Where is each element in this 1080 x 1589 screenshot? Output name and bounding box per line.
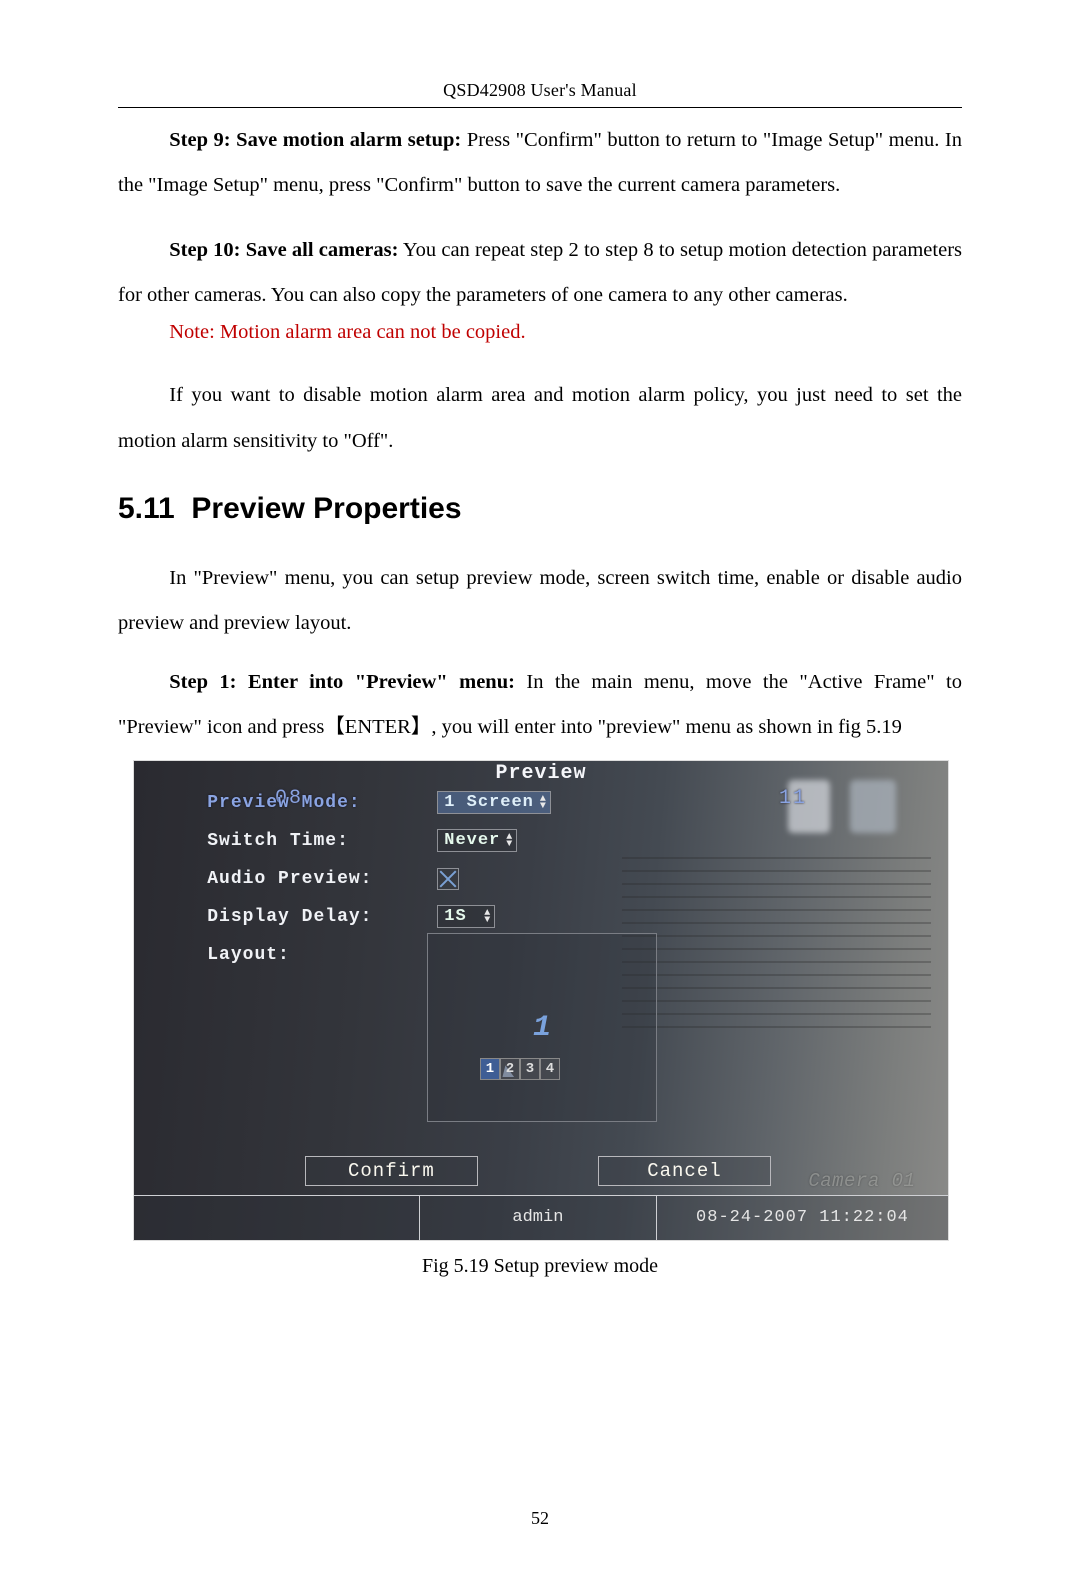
- spinner-icon: ▲▼: [540, 796, 547, 810]
- paragraph-step10: Step 10: Save all cameras: You can repea…: [118, 228, 962, 318]
- paragraph-intro: In "Preview" menu, you can setup preview…: [118, 556, 962, 646]
- blur-artifact: [788, 780, 830, 833]
- spinner-icon: ▲▼: [506, 834, 513, 848]
- preview-menu-screenshot: Preview 08 11 Preview Mode: 1 Screen ▲▼: [133, 760, 949, 1241]
- palette-1[interactable]: 1: [480, 1058, 500, 1080]
- label-layout: Layout:: [207, 945, 427, 965]
- paragraph-step9: Step 9: Save motion alarm setup: Press "…: [118, 118, 962, 208]
- figure-caption: Fig 5.19 Setup preview mode: [133, 1255, 947, 1278]
- label-switch-time: Switch Time:: [207, 831, 427, 851]
- select-preview-mode[interactable]: 1 Screen ▲▼: [437, 791, 551, 814]
- blur-artifact: [850, 780, 896, 833]
- select-value: 1S: [444, 907, 466, 926]
- cancel-button[interactable]: Cancel: [598, 1156, 771, 1187]
- palette-3[interactable]: 3: [520, 1058, 540, 1080]
- checkbox-audio-preview[interactable]: [437, 868, 459, 890]
- layout-number: 1: [533, 1011, 551, 1045]
- select-display-delay[interactable]: 1S ▲▼: [437, 905, 495, 928]
- status-bar: admin 08-24-2007 11:22:04: [134, 1195, 948, 1240]
- step1-label: Step 1: Enter into "Preview" menu:: [169, 671, 515, 693]
- dialog-title: Preview: [134, 762, 948, 785]
- select-value: Never: [444, 831, 500, 850]
- label-preview-mode: Preview Mode:: [207, 793, 427, 813]
- page-number: 52: [118, 1508, 962, 1529]
- status-user: admin: [419, 1196, 657, 1240]
- section-heading: 5.11 Preview Properties: [118, 492, 962, 526]
- step9-label: Step 9: Save motion alarm setup:: [169, 129, 461, 151]
- status-datetime: 08-24-2007 11:22:04: [657, 1196, 948, 1240]
- label-audio-preview: Audio Preview:: [207, 869, 427, 889]
- camera-osd-ghost: Camera 01: [808, 1170, 915, 1192]
- step10-label: Step 10: Save all cameras:: [169, 239, 398, 261]
- palette-2[interactable]: 2: [500, 1058, 520, 1080]
- select-value: 1 Screen: [444, 793, 534, 812]
- running-header: QSD42908 User's Manual: [118, 80, 962, 101]
- palette-4[interactable]: 4: [540, 1058, 560, 1080]
- layout-preview-box[interactable]: ◣ 1: [427, 933, 657, 1122]
- paragraph-step1: Step 1: Enter into "Preview" menu: In th…: [118, 660, 962, 750]
- confirm-button[interactable]: Confirm: [305, 1156, 478, 1187]
- header-rule: [118, 107, 962, 108]
- spinner-icon: ▲▼: [484, 910, 491, 924]
- section-number: 5.11: [118, 492, 175, 525]
- label-display-delay: Display Delay:: [207, 907, 427, 927]
- background-artifact: [622, 857, 931, 1144]
- layout-page-palette[interactable]: 1 2 3 4: [480, 1058, 560, 1080]
- paragraph-disable: If you want to disable motion alarm area…: [118, 373, 962, 463]
- section-title: Preview Properties: [191, 492, 461, 525]
- select-switch-time[interactable]: Never ▲▼: [437, 829, 517, 852]
